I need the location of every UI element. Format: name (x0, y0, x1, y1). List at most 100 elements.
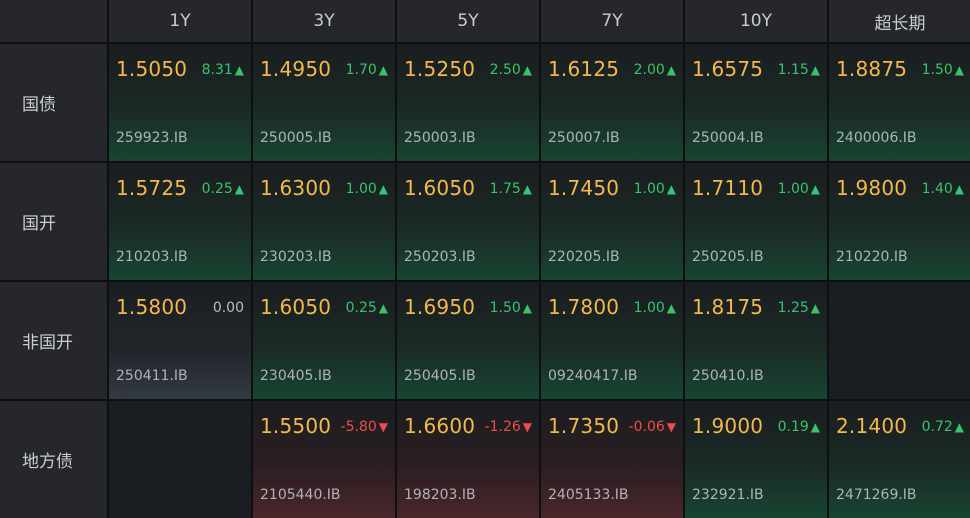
triangle-up-icon: ▲ (810, 182, 820, 196)
quote-cell[interactable]: 1.6050 0.25 ▲ 230405.IB (253, 282, 395, 399)
quote-cell[interactable]: 1.5050 8.31 ▲ 259923.IB (109, 44, 251, 161)
quote-cell[interactable]: 1.6125 2.00 ▲ 250007.IB (541, 44, 683, 161)
bond-code: 232921.IB (692, 487, 764, 503)
change-indicator: 1.50 ▲ (922, 62, 964, 78)
yield-value: 1.5500 (260, 414, 332, 438)
quote-cell[interactable]: 1.6050 1.75 ▲ 250203.IB (397, 163, 539, 280)
change-value: 1.50 (921, 62, 953, 78)
bond-code: 250003.IB (404, 130, 476, 146)
quote-cell[interactable]: 1.5800 0.00 250411.IB (109, 282, 251, 399)
yield-value: 1.4950 (260, 57, 332, 81)
bond-code: 198203.IB (404, 487, 476, 503)
change-value: 1.75 (489, 181, 521, 197)
change-value: 1.00 (633, 300, 665, 316)
quote-cell[interactable]: 1.6300 1.00 ▲ 230203.IB (253, 163, 395, 280)
quote-cell[interactable]: 1.5250 2.50 ▲ 250003.IB (397, 44, 539, 161)
change-value: 1.50 (489, 300, 521, 316)
yield-value: 1.6950 (404, 295, 476, 319)
change-indicator: 1.75 ▲ (490, 181, 532, 197)
triangle-up-icon: ▲ (954, 420, 964, 434)
bond-code: 250004.IB (692, 130, 764, 146)
change-value: 1.15 (777, 62, 809, 78)
quote-cell[interactable]: 1.6600 -1.26 ▼ 198203.IB (397, 401, 539, 518)
change-indicator: 1.15 ▲ (778, 62, 820, 78)
change-value: 1.00 (633, 181, 665, 197)
quote-cell[interactable]: 1.4950 1.70 ▲ 250005.IB (253, 44, 395, 161)
bond-yield-matrix: 1Y 3Y 5Y 7Y 10Y 超长期 国债 1.5050 8.31 ▲ 259923.… (0, 0, 970, 518)
change-value: 2.00 (633, 62, 665, 78)
triangle-down-icon: ▼ (378, 420, 388, 434)
change-indicator: 0.72 ▲ (922, 419, 964, 435)
bond-code: 2405133.IB (548, 487, 629, 503)
change-indicator: 1.00 ▲ (634, 181, 676, 197)
bond-code: 250005.IB (260, 130, 332, 146)
bond-code: 2105440.IB (260, 487, 341, 503)
quote-cell[interactable]: 1.6575 1.15 ▲ 250004.IB (685, 44, 827, 161)
yield-value: 1.5725 (116, 176, 188, 200)
triangle-up-icon: ▲ (522, 63, 532, 77)
yield-value: 1.6600 (404, 414, 476, 438)
change-value: 1.25 (777, 300, 809, 316)
quote-cell[interactable]: 1.7800 1.00 ▲ 09240417.IB (541, 282, 683, 399)
column-header[interactable]: 1Y (109, 0, 251, 42)
yield-value: 1.9000 (692, 414, 764, 438)
triangle-up-icon: ▲ (810, 301, 820, 315)
column-header[interactable]: 7Y (541, 0, 683, 42)
empty-quote-cell (829, 282, 970, 399)
quote-cell[interactable]: 1.5725 0.25 ▲ 210203.IB (109, 163, 251, 280)
yield-value: 1.5800 (116, 295, 188, 319)
quote-cell[interactable]: 1.9000 0.19 ▲ 232921.IB (685, 401, 827, 518)
triangle-up-icon: ▲ (954, 182, 964, 196)
change-indicator: 2.50 ▲ (490, 62, 532, 78)
change-value: 1.00 (345, 181, 377, 197)
empty-quote-cell (109, 401, 251, 518)
column-header[interactable]: 3Y (253, 0, 395, 42)
column-header[interactable]: 超长期 (829, 0, 970, 42)
row-header[interactable]: 国债 (0, 44, 107, 161)
quote-cell[interactable]: 1.7110 1.00 ▲ 250205.IB (685, 163, 827, 280)
bond-code: 2400006.IB (836, 130, 917, 146)
row-header[interactable]: 国开 (0, 163, 107, 280)
bond-code: 2471269.IB (836, 487, 917, 503)
change-value: 0.25 (201, 181, 233, 197)
quote-cell[interactable]: 1.6950 1.50 ▲ 250405.IB (397, 282, 539, 399)
yield-value: 1.6050 (404, 176, 476, 200)
change-value: -1.26 (484, 419, 521, 435)
yield-value: 1.6050 (260, 295, 332, 319)
quote-cell[interactable]: 1.8175 1.25 ▲ 250410.IB (685, 282, 827, 399)
column-header[interactable]: 10Y (685, 0, 827, 42)
yield-value: 1.6575 (692, 57, 764, 81)
change-indicator: 1.00 ▲ (778, 181, 820, 197)
quote-cell[interactable]: 2.1400 0.72 ▲ 2471269.IB (829, 401, 970, 518)
triangle-up-icon: ▲ (666, 301, 676, 315)
row-header[interactable]: 非国开 (0, 282, 107, 399)
quote-cell[interactable]: 1.7350 -0.06 ▼ 2405133.IB (541, 401, 683, 518)
yield-value: 2.1400 (836, 414, 908, 438)
quote-cell[interactable]: 1.5500 -5.80 ▼ 2105440.IB (253, 401, 395, 518)
change-indicator: 0.25 ▲ (202, 181, 244, 197)
yield-value: 1.6125 (548, 57, 620, 81)
yield-value: 1.9800 (836, 176, 908, 200)
change-value: 8.31 (201, 62, 233, 78)
row-header[interactable]: 地方债 (0, 401, 107, 518)
quote-cell[interactable]: 1.7450 1.00 ▲ 220205.IB (541, 163, 683, 280)
yield-value: 1.7450 (548, 176, 620, 200)
corner-cell (0, 0, 107, 42)
triangle-down-icon: ▼ (522, 420, 532, 434)
bond-code: 259923.IB (116, 130, 188, 146)
bond-code: 210203.IB (116, 249, 188, 265)
bond-code: 250203.IB (404, 249, 476, 265)
triangle-up-icon: ▲ (522, 182, 532, 196)
change-value: 0.19 (777, 419, 809, 435)
quote-cell[interactable]: 1.8875 1.50 ▲ 2400006.IB (829, 44, 970, 161)
change-indicator: 1.50 ▲ (490, 300, 532, 316)
change-indicator: 2.00 ▲ (634, 62, 676, 78)
yield-value: 1.5050 (116, 57, 188, 81)
change-value: 0.72 (921, 419, 953, 435)
yield-value: 1.7110 (692, 176, 764, 200)
bond-code: 250410.IB (692, 368, 764, 384)
change-indicator: 1.00 ▲ (346, 181, 388, 197)
change-value: 1.00 (777, 181, 809, 197)
column-header[interactable]: 5Y (397, 0, 539, 42)
quote-cell[interactable]: 1.9800 1.40 ▲ 210220.IB (829, 163, 970, 280)
